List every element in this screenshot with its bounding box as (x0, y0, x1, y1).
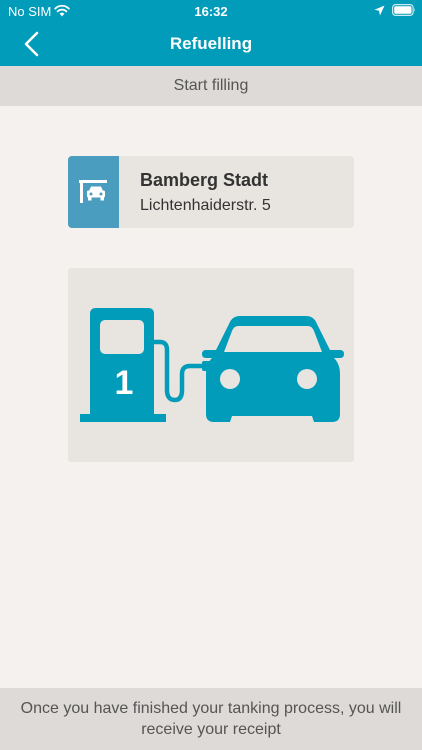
pump-number: 1 (114, 364, 134, 402)
top-bar: No SIM 16:32 Refuelling (0, 0, 422, 66)
gas-station-car-icon (79, 180, 107, 203)
navigation-bar: Refuelling (0, 22, 422, 66)
status-time: 16:32 (194, 4, 228, 19)
station-card: Bamberg Stadt Lichtenhaiderstr. 5 (68, 156, 354, 228)
station-name: Bamberg Stadt (140, 170, 269, 190)
location-arrow-icon (374, 5, 385, 16)
station-address: Lichtenhaiderstr. 5 (140, 197, 271, 214)
receipt-info-message: Once you have finished your tanking proc… (0, 688, 422, 750)
station-icon-box (68, 156, 119, 228)
step-header: Start filling (0, 66, 422, 106)
page-title: Refuelling (169, 34, 253, 53)
chevron-left-icon (24, 31, 39, 57)
back-button[interactable] (18, 28, 50, 60)
pump-panel: 1 (68, 268, 354, 462)
battery-icon (392, 4, 415, 16)
status-bar: No SIM 16:32 (0, 0, 422, 22)
